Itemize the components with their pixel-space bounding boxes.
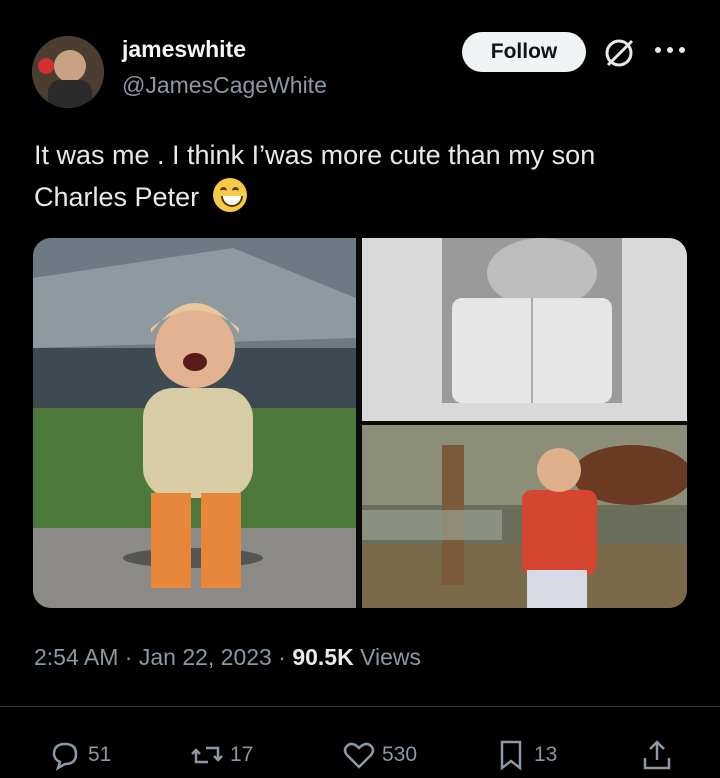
follow-button[interactable]: Follow xyxy=(462,32,586,72)
repost-button[interactable]: 17 xyxy=(190,738,253,772)
tweet-date[interactable]: Jan 22, 2023 xyxy=(139,644,272,670)
bookmark-count: 13 xyxy=(534,743,558,766)
more-options-icon[interactable] xyxy=(652,40,688,60)
grok-icon[interactable] xyxy=(602,36,636,70)
media-grid[interactable] xyxy=(33,238,687,608)
grinning-face-emoji-icon xyxy=(212,178,247,212)
tweet-text: It was me . I think I’was more cute than… xyxy=(34,134,674,218)
reply-count: 51 xyxy=(88,743,112,766)
tweet-time[interactable]: 2:54 AM xyxy=(34,644,118,670)
views-count: 90.5K xyxy=(292,644,354,670)
like-count: 530 xyxy=(382,743,418,766)
tweet-text-body: It was me . I think I’was more cute than… xyxy=(34,140,596,212)
tweet-meta: 2:54 AM · Jan 22, 2023 · 90.5K Views xyxy=(34,644,421,671)
meta-separator: · xyxy=(124,644,139,670)
meta-separator: · xyxy=(278,644,293,670)
author-handle[interactable]: @JamesCageWhite xyxy=(122,72,327,99)
heart-icon xyxy=(343,742,375,769)
reply-icon xyxy=(52,742,78,771)
like-button[interactable]: 530 xyxy=(342,738,417,772)
author-display-name[interactable]: jameswhite xyxy=(122,36,246,63)
photo-toddler-red-vest[interactable] xyxy=(362,425,687,608)
share-icon xyxy=(643,740,671,770)
share-button[interactable] xyxy=(640,738,680,772)
divider xyxy=(0,706,720,707)
avatar[interactable] xyxy=(32,36,104,108)
repost-count: 17 xyxy=(230,743,254,766)
reply-button[interactable]: 51 xyxy=(48,738,111,772)
photo-toddler-crying[interactable] xyxy=(33,238,356,608)
bookmark-button[interactable]: 13 xyxy=(494,738,557,772)
repost-icon xyxy=(191,746,223,764)
photo-baby-bw[interactable] xyxy=(362,238,687,421)
bookmark-icon xyxy=(500,740,522,771)
views-label: Views xyxy=(360,644,422,670)
